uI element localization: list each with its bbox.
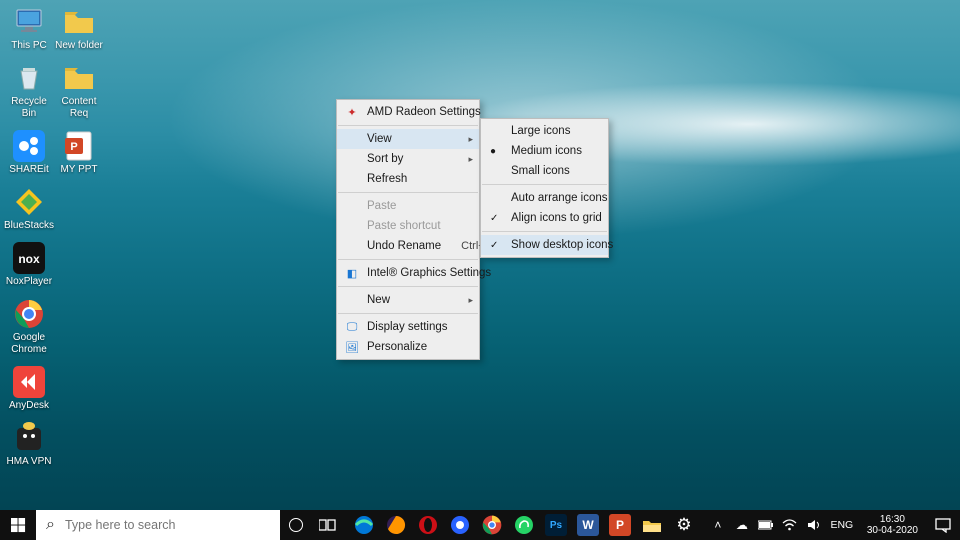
desktop-icon-anydesk[interactable]: AnyDesk: [4, 366, 54, 412]
taskbar-file-explorer[interactable]: [636, 510, 668, 540]
chevron-right-icon: ▸: [468, 154, 473, 165]
cortana-button[interactable]: [280, 510, 312, 540]
svg-text:nox: nox: [18, 252, 40, 266]
system-tray: ˄ ☁ ENG 16:30 30-04-2020: [709, 510, 960, 540]
desktop-icon-this-pc[interactable]: This PC: [4, 6, 54, 52]
tray-notifications[interactable]: [930, 518, 956, 533]
tray-language[interactable]: ENG: [829, 519, 855, 531]
desktop-icon-content-req[interactable]: Content Req: [54, 62, 104, 120]
taskbar-chrome-canary[interactable]: [444, 510, 476, 540]
desktop-icons-col2: New folder Content Req P MY PPT: [54, 6, 109, 186]
tray-wifi-icon[interactable]: [781, 519, 799, 531]
menu-paste: Paste: [337, 196, 479, 216]
check-icon: ✓: [490, 213, 498, 224]
menu-view[interactable]: View▸: [337, 129, 479, 149]
tray-show-hidden[interactable]: ˄: [709, 518, 727, 532]
taskbar-pinned-apps: Ps W P ⚙: [348, 510, 700, 540]
separator: [338, 286, 478, 287]
taskbar-whatsapp[interactable]: [508, 510, 540, 540]
taskbar-chrome[interactable]: [476, 510, 508, 540]
desktop-icon-hma-vpn[interactable]: HMA VPN: [4, 422, 54, 468]
submenu-align-to-grid[interactable]: ✓Align icons to grid: [481, 208, 608, 228]
start-button[interactable]: [0, 510, 36, 540]
tray-volume-icon[interactable]: [805, 519, 823, 531]
tray-battery-icon[interactable]: [757, 520, 775, 530]
taskbar: ⌕ Ps W P ⚙ ˄ ☁ ENG 16:30 3: [0, 510, 960, 540]
desktop-icon-my-ppt[interactable]: P MY PPT: [54, 130, 104, 176]
desktop-icon-google-chrome[interactable]: Google Chrome: [4, 298, 54, 356]
separator: [338, 259, 478, 260]
bullet-icon: ●: [490, 146, 496, 157]
submenu-large-icons[interactable]: Large icons: [481, 121, 608, 141]
taskbar-settings[interactable]: ⚙: [668, 510, 700, 540]
chevron-right-icon: ▸: [468, 295, 473, 306]
menu-intel-graphics[interactable]: ◧Intel® Graphics Settings: [337, 263, 479, 283]
desktop-icon-recycle-bin[interactable]: Recycle Bin: [4, 62, 54, 120]
check-icon: ✓: [490, 240, 498, 251]
submenu-show-desktop-icons[interactable]: ✓Show desktop icons: [481, 235, 608, 255]
menu-display-settings[interactable]: 🖵Display settings: [337, 317, 479, 337]
menu-personalize[interactable]: 🖼Personalize: [337, 337, 479, 357]
taskbar-photoshop[interactable]: Ps: [540, 510, 572, 540]
search-icon: ⌕: [46, 516, 55, 534]
search-box[interactable]: ⌕: [36, 510, 280, 540]
desktop-icon-bluestacks[interactable]: BlueStacks: [4, 186, 54, 232]
search-input[interactable]: [65, 518, 270, 532]
menu-new[interactable]: New▸: [337, 290, 479, 310]
menu-paste-shortcut: Paste shortcut: [337, 216, 479, 236]
desktop[interactable]: This PC Recycle Bin SHAREit BlueStacks n…: [0, 0, 960, 540]
desktop-icon-noxplayer[interactable]: nox NoxPlayer: [4, 242, 54, 288]
taskbar-firefox[interactable]: [380, 510, 412, 540]
submenu-small-icons[interactable]: Small icons: [481, 161, 608, 181]
separator: [338, 313, 478, 314]
separator: [338, 192, 478, 193]
taskbar-edge[interactable]: [348, 510, 380, 540]
menu-sort-by[interactable]: Sort by▸: [337, 149, 479, 169]
tray-clock[interactable]: 16:30 30-04-2020: [861, 514, 924, 536]
taskbar-word[interactable]: W: [572, 510, 604, 540]
submenu-medium-icons[interactable]: ●Medium icons: [481, 141, 608, 161]
separator: [338, 125, 478, 126]
separator: [482, 184, 607, 185]
submenu-auto-arrange[interactable]: Auto arrange icons: [481, 188, 608, 208]
menu-undo-rename[interactable]: Undo RenameCtrl+Z: [337, 236, 479, 256]
taskbar-powerpoint[interactable]: P: [604, 510, 636, 540]
menu-refresh[interactable]: Refresh: [337, 169, 479, 189]
chevron-right-icon: ▸: [468, 134, 473, 145]
desktop-icon-new-folder[interactable]: New folder: [54, 6, 104, 52]
view-submenu: Large icons ●Medium icons Small icons Au…: [480, 118, 609, 258]
desktop-icon-shareit[interactable]: SHAREit: [4, 130, 54, 176]
svg-text:P: P: [70, 141, 77, 153]
menu-amd-radeon[interactable]: ✦AMD Radeon Settings: [337, 102, 479, 122]
separator: [482, 231, 607, 232]
taskbar-opera[interactable]: [412, 510, 444, 540]
windows-icon: [11, 518, 26, 533]
tray-onedrive-icon[interactable]: ☁: [733, 518, 751, 532]
task-view-button[interactable]: [312, 510, 344, 540]
desktop-context-menu: ✦AMD Radeon Settings View▸ Sort by▸ Refr…: [336, 99, 480, 360]
